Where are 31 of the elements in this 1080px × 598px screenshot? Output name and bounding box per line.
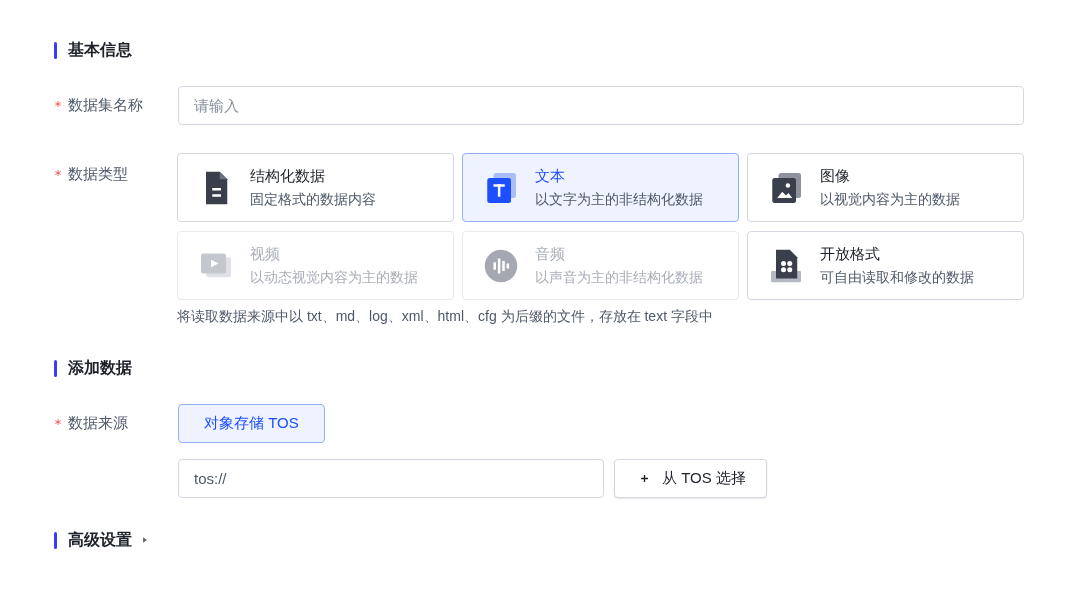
type-card[interactable]: 开放格式 可自由读取和修改的数据	[747, 231, 1024, 300]
section-marker	[54, 531, 57, 549]
plus-icon	[639, 473, 650, 484]
card-title: 结构化数据	[250, 166, 326, 186]
hint-text: 将读取数据来源中以 txt、md、log、xml、html、cfg 为后缀的文件，存放在 text 字段中	[177, 308, 714, 326]
card-description: 以动态视觉内容为主的数据	[250, 268, 418, 287]
card-description: 以声音为主的非结构化数据	[535, 268, 703, 287]
card-description: 固定格式的数据内容	[250, 190, 376, 209]
section-title: 高级设置	[68, 529, 132, 550]
type-card[interactable]: 图像 以视觉内容为主的数据	[747, 153, 1024, 222]
source-option[interactable]: 对象存储 TOS	[178, 404, 325, 443]
field-label: 数据来源	[68, 414, 128, 433]
card-title: 音频	[535, 244, 566, 264]
card-title: 开放格式	[820, 244, 881, 264]
text-input[interactable]: 请输入	[178, 86, 1024, 125]
section-title: 添加数据	[68, 357, 132, 378]
section-marker	[54, 41, 57, 59]
section-marker	[54, 359, 57, 377]
field-label: 数据类型	[68, 165, 128, 184]
card-description: 以文字为主的非结构化数据	[535, 190, 703, 209]
card-title: 文本	[535, 166, 566, 186]
card-description: 可自由读取和修改的数据	[820, 268, 974, 287]
path-input[interactable]: tos://	[178, 459, 604, 498]
select-button[interactable]: 从 TOS 选择	[614, 459, 767, 498]
type-card[interactable]: 文本 以文字为主的非结构化数据	[462, 153, 739, 222]
card-description: 以视觉内容为主的数据	[820, 190, 960, 209]
card-title: 图像	[820, 166, 851, 186]
card-title: 视频	[250, 244, 281, 264]
type-card[interactable]: 结构化数据 固定格式的数据内容	[177, 153, 454, 222]
field-label: 数据集名称	[68, 96, 143, 115]
section-title: 基本信息	[68, 39, 132, 60]
